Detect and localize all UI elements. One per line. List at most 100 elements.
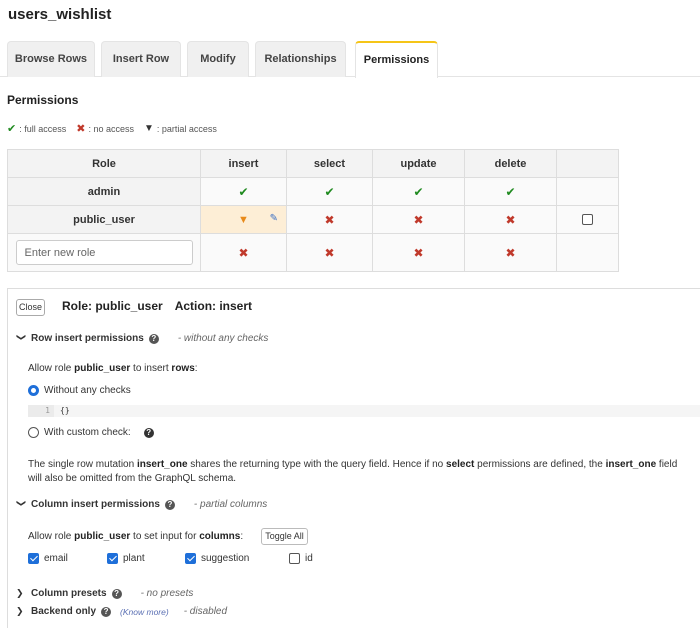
bulk-select-checkbox[interactable]	[582, 214, 593, 226]
check-icon: ✔	[505, 184, 516, 199]
perm-cell-update[interactable]: ✔	[372, 177, 465, 206]
chevron-down-icon: ❯	[16, 333, 27, 342]
editor-heading: Role: public_user Action: insert	[62, 299, 264, 313]
perm-cell-update[interactable]: ✖	[372, 233, 465, 272]
backend-only-note: - disabled	[183, 606, 228, 617]
radio-button[interactable]	[28, 427, 39, 438]
cross-icon: ✖	[505, 212, 516, 227]
perm-cell-update[interactable]: ✖	[372, 205, 465, 234]
perm-cell-delete[interactable]: ✔	[464, 177, 557, 206]
column-insert-title: Column insert permissions	[31, 499, 160, 510]
check-code-editor[interactable]: 1 {}	[28, 405, 700, 417]
chevron-right-icon: ❯	[16, 606, 24, 616]
column-presets-section-toggle[interactable]: ❯ Column presets ? - no presets	[16, 588, 193, 599]
table-row-new-role: ✖ ✖ ✖ ✖	[7, 233, 619, 272]
column-checkbox-email[interactable]: email	[28, 553, 68, 564]
tab-modify[interactable]: Modify	[187, 41, 249, 77]
role-name: public_user	[7, 205, 201, 234]
column-checkbox-suggestion[interactable]: suggestion	[185, 553, 249, 564]
tab-insert-row[interactable]: Insert Row	[101, 41, 181, 77]
editor-action: Action: insert	[174, 299, 253, 313]
filter-icon: ▼	[144, 123, 154, 134]
row-insert-title: Row insert permissions	[31, 333, 144, 344]
perm-cell-select[interactable]: ✔	[286, 177, 373, 206]
checkbox-checked[interactable]	[28, 553, 39, 564]
row-insert-note: - without any checks	[177, 333, 269, 344]
header-insert: insert	[200, 149, 287, 178]
tab-browse-rows[interactable]: Browse Rows	[7, 41, 95, 77]
column-insert-section-toggle[interactable]: ❯ Column insert permissions ? - partial …	[16, 499, 268, 510]
header-delete: delete	[464, 149, 557, 178]
column-insert-note: - partial columns	[193, 499, 268, 510]
checkbox-unchecked[interactable]	[289, 553, 300, 564]
check-icon: ✔	[413, 184, 424, 199]
legend-full: : full access	[19, 123, 67, 134]
cross-icon: ✖	[413, 245, 424, 260]
perm-cell-select[interactable]: ✖	[286, 205, 373, 234]
row-insert-section-toggle[interactable]: ❯ Row insert permissions ? - without any…	[16, 333, 269, 344]
permissions-legend: ✔: full access ✖: no access ▼: partial a…	[7, 122, 217, 135]
bulk-cell	[556, 233, 619, 272]
chevron-right-icon: ❯	[16, 588, 24, 598]
row-allow-text: Allow role public_user to insert rows:	[28, 363, 198, 374]
know-more-link[interactable]: (Know more)	[120, 607, 169, 617]
table-header-row: Role insert select update delete	[7, 149, 619, 178]
checkbox-checked[interactable]	[185, 553, 196, 564]
check-icon: ✔	[324, 184, 335, 199]
column-presets-note: - no presets	[140, 588, 194, 599]
perm-cell-delete[interactable]: ✖	[464, 205, 557, 234]
tab-relationships[interactable]: Relationships	[255, 41, 346, 77]
cross-icon: ✖	[413, 212, 424, 227]
chevron-down-icon: ❯	[16, 499, 27, 508]
role-name: admin	[7, 177, 201, 206]
backend-only-title: Backend only	[31, 606, 97, 617]
header-bulk	[556, 149, 619, 178]
perm-cell-insert[interactable]: ✔	[200, 177, 287, 206]
check-icon: ✔	[7, 123, 17, 135]
tab-permissions[interactable]: Permissions	[355, 41, 438, 78]
help-icon[interactable]: ?	[148, 333, 159, 344]
column-presets-title: Column presets	[31, 588, 107, 599]
radio-custom-check[interactable]: With custom check: ?	[28, 427, 154, 438]
cross-icon: ✖	[238, 245, 249, 260]
radio-button-selected[interactable]	[28, 385, 39, 396]
help-icon[interactable]: ?	[101, 606, 112, 617]
cross-icon: ✖	[76, 123, 86, 135]
cross-icon: ✖	[505, 245, 516, 260]
editor-role: Role: public_user	[62, 299, 163, 313]
tab-bar: Browse Rows Insert Row Modify Relationsh…	[0, 40, 700, 78]
column-checkbox-id[interactable]: id	[289, 553, 313, 564]
toggle-all-button[interactable]: Toggle All	[261, 528, 308, 545]
help-icon[interactable]: ?	[164, 499, 175, 510]
perm-cell-insert[interactable]: ▼ ✎	[200, 205, 287, 234]
new-role-cell	[7, 233, 201, 272]
mutation-note: The single row mutation insert_one share…	[28, 459, 678, 484]
legend-partial: : partial access	[156, 123, 217, 134]
close-button[interactable]: Close	[16, 299, 45, 316]
header-update: update	[372, 149, 465, 178]
filter-icon: ▼	[238, 213, 249, 226]
check-icon: ✔	[238, 184, 249, 199]
radio-custom-label: With custom check:	[44, 427, 131, 438]
backend-only-section-toggle[interactable]: ❯ Backend only ? (Know more) - disabled	[16, 606, 227, 617]
perm-cell-delete[interactable]: ✖	[464, 233, 557, 272]
column-checkbox-plant[interactable]: plant	[107, 553, 145, 564]
permissions-table: Role insert select update delete admin ✔…	[7, 149, 619, 272]
page-title: users_wishlist	[8, 6, 112, 23]
column-allow-text: Allow role public_user to set input for …	[28, 531, 244, 542]
radio-without-checks[interactable]: Without any checks	[28, 385, 131, 396]
bulk-cell	[556, 177, 619, 206]
bulk-cell	[556, 205, 619, 234]
edit-pencil-icon[interactable]: ✎	[270, 213, 278, 224]
perm-cell-select[interactable]: ✖	[286, 233, 373, 272]
new-role-input[interactable]	[15, 240, 193, 265]
table-row: public_user ▼ ✎ ✖ ✖ ✖	[7, 205, 619, 234]
help-icon[interactable]: ?	[111, 588, 122, 599]
header-role: Role	[7, 149, 201, 178]
checkbox-checked[interactable]	[107, 553, 118, 564]
cross-icon: ✖	[324, 245, 335, 260]
help-icon[interactable]: ?	[143, 427, 154, 438]
perm-cell-insert[interactable]: ✖	[200, 233, 287, 272]
legend-none: : no access	[88, 123, 134, 134]
header-select: select	[286, 149, 373, 178]
